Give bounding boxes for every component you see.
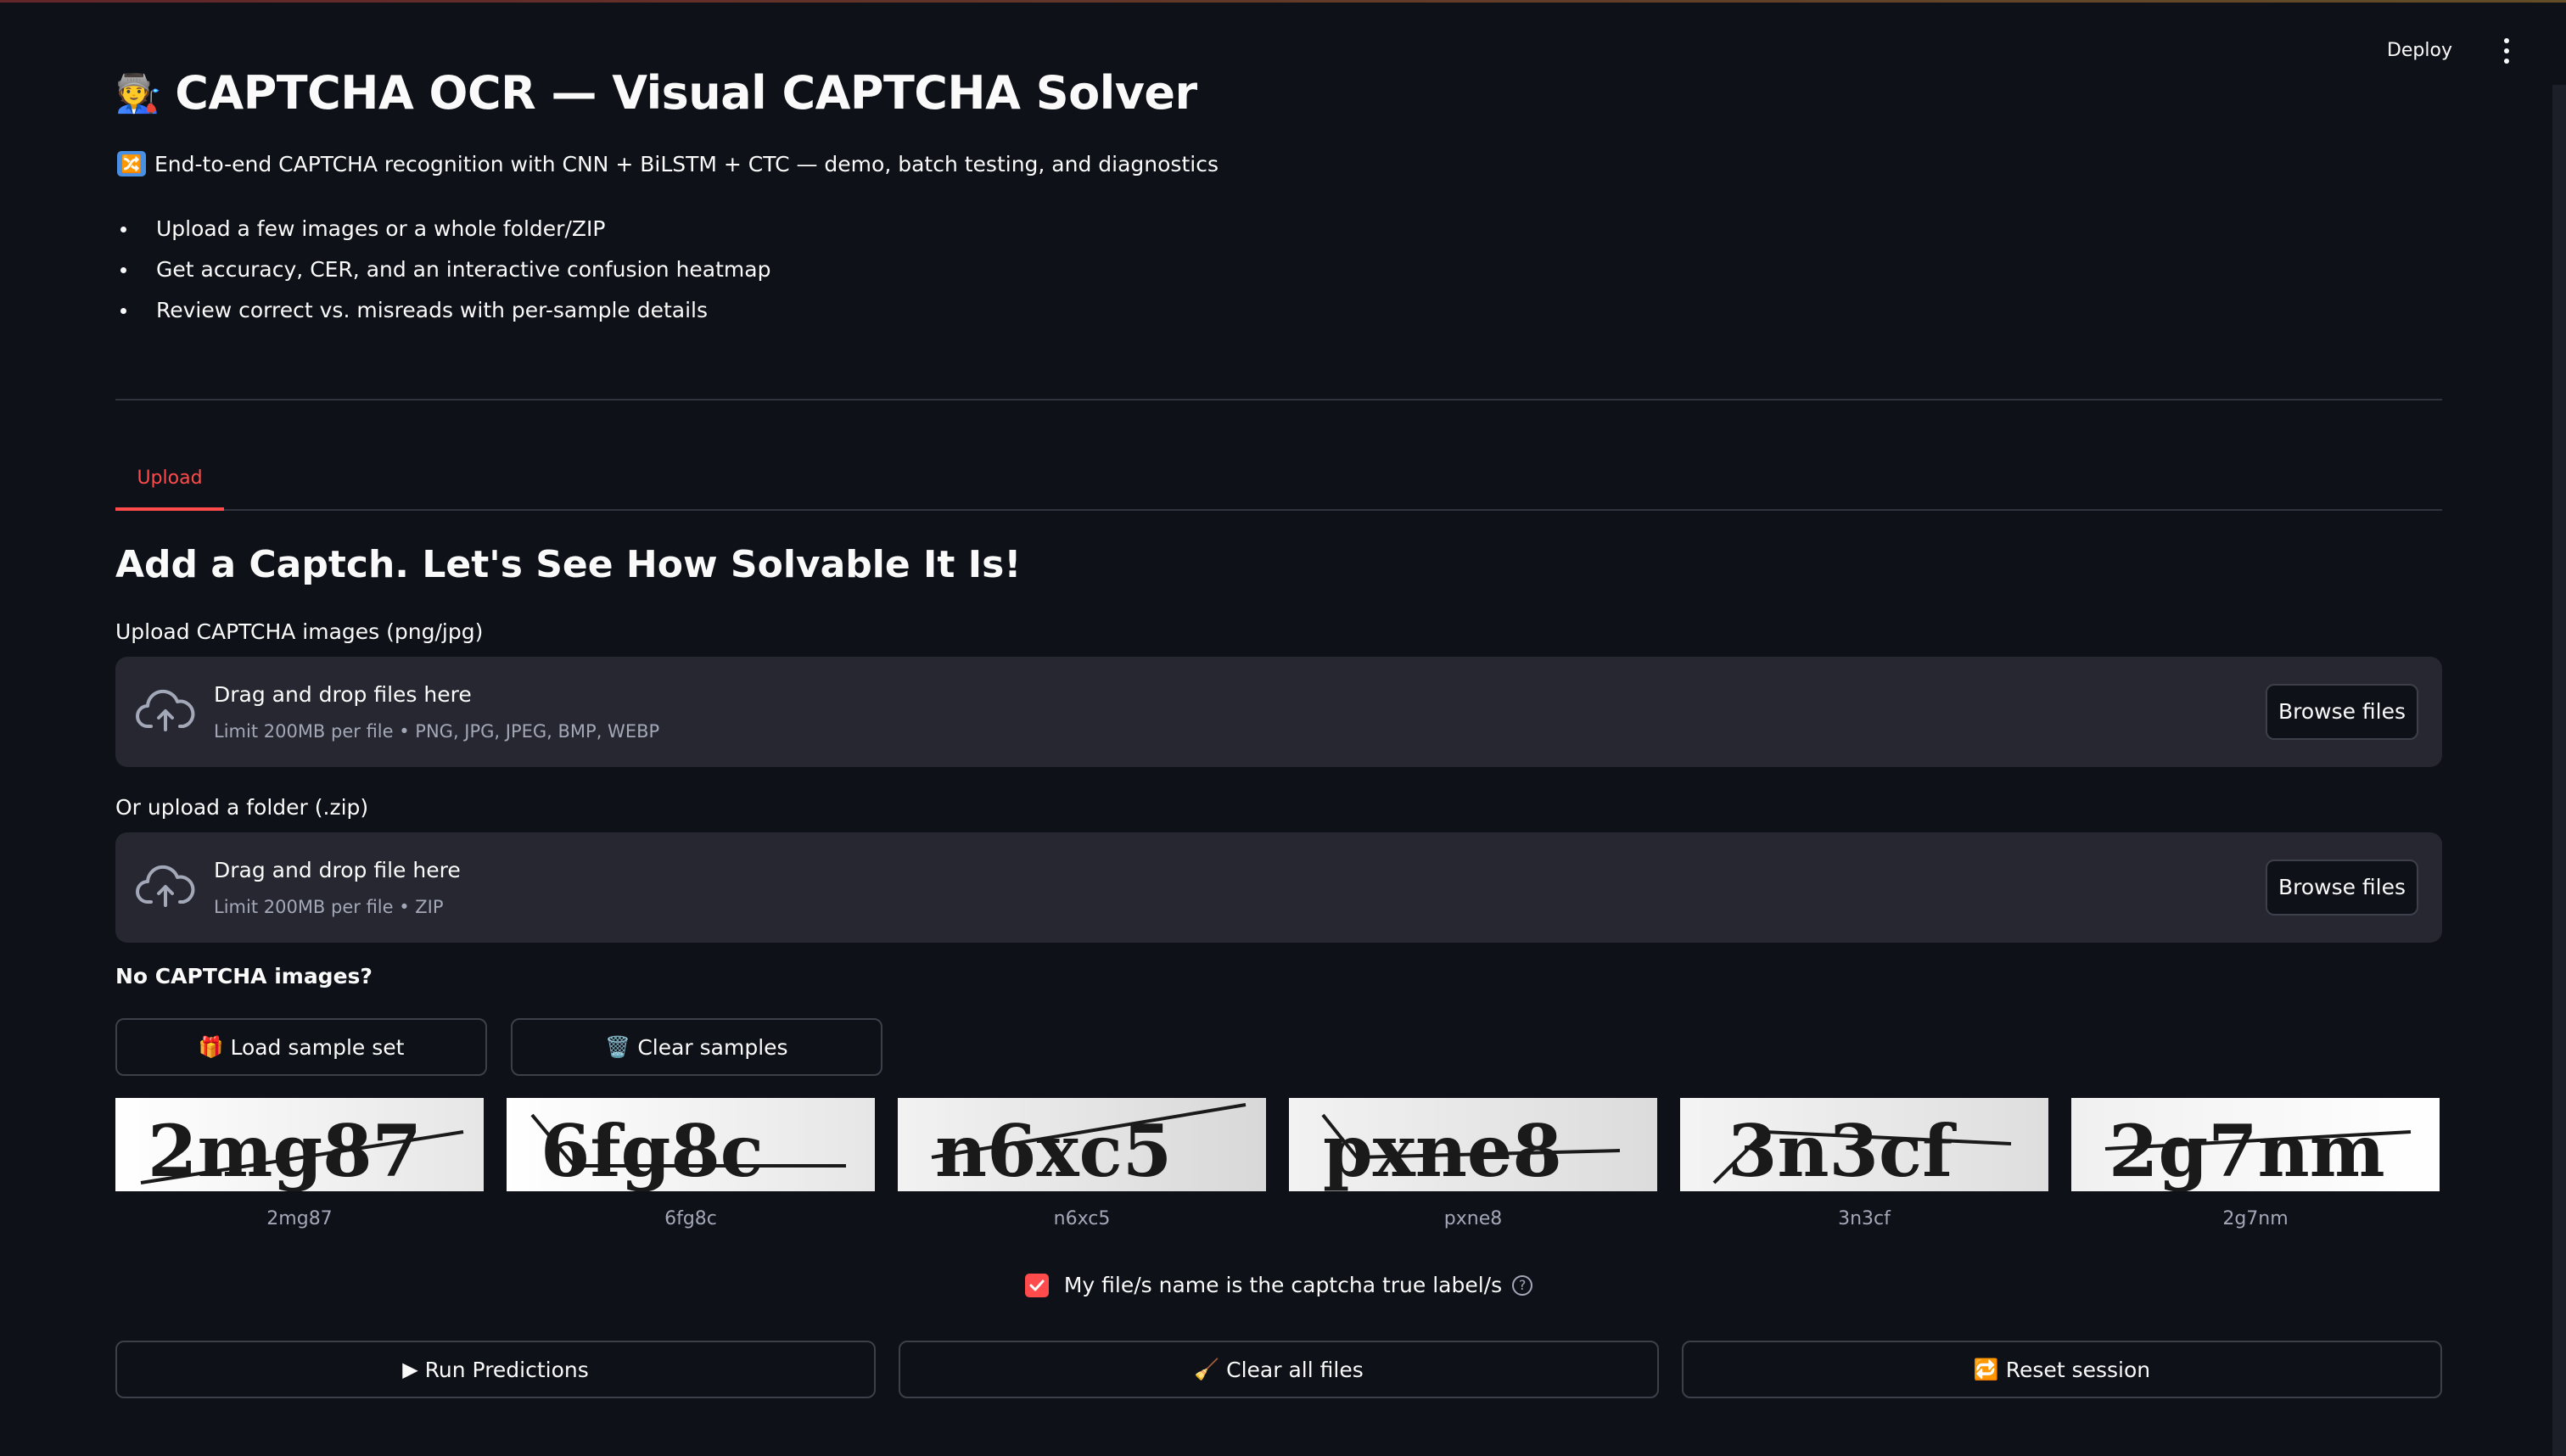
svg-text:2g7nm: 2g7nm bbox=[2109, 1109, 2385, 1191]
captcha-image: pxne8 bbox=[1289, 1098, 1657, 1191]
deploy-button[interactable]: Deploy bbox=[2375, 32, 2464, 70]
page-title: 🧑‍🏭 CAPTCHA OCR — Visual CAPTCHA Solver bbox=[115, 66, 1197, 120]
list-item: Get accuracy, CER, and an interactive co… bbox=[115, 249, 770, 290]
captcha-image: 2g7nm bbox=[2071, 1098, 2440, 1191]
cloud-upload-icon bbox=[136, 689, 195, 731]
sample-thumbnail: pxne8 pxne8 bbox=[1289, 1098, 1657, 1229]
svg-text:pxne8: pxne8 bbox=[1323, 1109, 1562, 1191]
load-sample-button[interactable]: 🎁 Load sample set bbox=[115, 1018, 487, 1076]
sample-thumbnail: 3n3cf 3n3cf bbox=[1680, 1098, 2048, 1229]
vertical-dots-icon[interactable] bbox=[2498, 36, 2515, 66]
shuffle-icon: 🔀 bbox=[117, 151, 146, 176]
dropzone-text: Drag and drop file here bbox=[214, 858, 461, 882]
trash-icon: 🗑️ bbox=[605, 1035, 631, 1059]
true-label-checkbox-label[interactable]: My file/s name is the captcha true label… bbox=[1064, 1273, 1502, 1297]
dropzone-text: Drag and drop files here bbox=[214, 682, 472, 707]
svg-text:2mg87: 2mg87 bbox=[148, 1109, 422, 1191]
section-divider bbox=[115, 399, 2442, 400]
sample-caption: 2g7nm bbox=[2222, 1208, 2289, 1229]
list-item: Upload a few images or a whole folder/ZI… bbox=[115, 209, 770, 249]
sample-thumbnail: 2mg87 2mg87 bbox=[115, 1098, 484, 1229]
browse-zip-button[interactable]: Browse files bbox=[2266, 860, 2418, 916]
play-icon: ▶ bbox=[402, 1358, 418, 1381]
sample-thumbnail: 6fg8c 6fg8c bbox=[507, 1098, 875, 1229]
true-label-checkbox[interactable] bbox=[1024, 1273, 1049, 1297]
mechanic-emoji-icon: 🧑‍🏭 bbox=[115, 71, 162, 115]
svg-text:6fg8c: 6fg8c bbox=[541, 1109, 764, 1191]
sample-caption: 6fg8c bbox=[664, 1208, 717, 1229]
tab-upload[interactable]: Upload bbox=[115, 456, 224, 511]
broom-icon: 🧹 bbox=[1194, 1358, 1220, 1381]
gift-icon: 🎁 bbox=[198, 1035, 224, 1059]
help-icon[interactable]: ? bbox=[1512, 1274, 1533, 1296]
captcha-image: 3n3cf bbox=[1680, 1098, 2048, 1191]
sample-thumbnail: 2g7nm 2g7nm bbox=[2071, 1098, 2440, 1229]
clear-samples-label: Clear samples bbox=[637, 1034, 788, 1060]
image-dropzone[interactable]: Drag and drop files here Limit 200MB per… bbox=[115, 657, 2442, 767]
sample-thumbnail: n6xc5 n6xc5 bbox=[898, 1098, 1266, 1229]
image-upload-label: Upload CAPTCHA images (png/jpg) bbox=[115, 619, 484, 644]
zip-dropzone[interactable]: Drag and drop file here Limit 200MB per … bbox=[115, 832, 2442, 943]
dropzone-limit: Limit 200MB per file • PNG, JPG, JPEG, B… bbox=[214, 721, 660, 742]
subtitle-text: End-to-end CAPTCHA recognition with CNN … bbox=[154, 151, 1219, 176]
reset-session-button[interactable]: 🔁 Reset session bbox=[1682, 1341, 2442, 1398]
captcha-image: 6fg8c bbox=[507, 1098, 875, 1191]
load-sample-label: Load sample set bbox=[230, 1034, 405, 1060]
clear-samples-button[interactable]: 🗑️ Clear samples bbox=[511, 1018, 882, 1076]
captcha-image: n6xc5 bbox=[898, 1098, 1266, 1191]
svg-text:3n3cf: 3n3cf bbox=[1728, 1109, 1957, 1191]
upload-heading: Add a Captch. Let's See How Solvable It … bbox=[115, 543, 1022, 586]
list-item: Review correct vs. misreads with per-sam… bbox=[115, 290, 770, 331]
feature-list: Upload a few images or a whole folder/ZI… bbox=[115, 209, 770, 331]
checkmark-icon bbox=[1029, 1280, 1045, 1291]
run-predictions-button[interactable]: ▶ Run Predictions bbox=[115, 1341, 876, 1398]
sample-caption: n6xc5 bbox=[1053, 1208, 1111, 1229]
captcha-image: 2mg87 bbox=[115, 1098, 484, 1191]
sample-caption: 2mg87 bbox=[266, 1208, 333, 1229]
browse-files-button[interactable]: Browse files bbox=[2266, 684, 2418, 740]
no-images-label: No CAPTCHA images? bbox=[115, 964, 373, 988]
sample-gallery: 2mg87 2mg87 6fg8c 6fg8c n6xc5 n6xc5 pxne… bbox=[115, 1098, 2442, 1234]
clear-all-files-label: Clear all files bbox=[1226, 1357, 1364, 1382]
sample-caption: 3n3cf bbox=[1838, 1208, 1891, 1229]
run-predictions-label: Run Predictions bbox=[424, 1357, 589, 1382]
clear-all-files-button[interactable]: 🧹 Clear all files bbox=[899, 1341, 1659, 1398]
dropzone-limit: Limit 200MB per file • ZIP bbox=[214, 897, 444, 917]
tab-bar: Upload bbox=[115, 456, 2442, 511]
sample-caption: pxne8 bbox=[1443, 1208, 1503, 1229]
repeat-icon: 🔁 bbox=[1973, 1358, 1999, 1381]
zip-upload-label: Or upload a folder (.zip) bbox=[115, 795, 369, 820]
reset-session-label: Reset session bbox=[2005, 1357, 2151, 1382]
page-title-text: CAPTCHA OCR — Visual CAPTCHA Solver bbox=[175, 66, 1197, 120]
page-subtitle: 🔀 End-to-end CAPTCHA recognition with CN… bbox=[117, 151, 1219, 176]
scrollbar[interactable] bbox=[2552, 85, 2566, 1456]
cloud-upload-icon bbox=[136, 865, 195, 907]
true-label-option: My file/s name is the captcha true label… bbox=[115, 1273, 2442, 1297]
